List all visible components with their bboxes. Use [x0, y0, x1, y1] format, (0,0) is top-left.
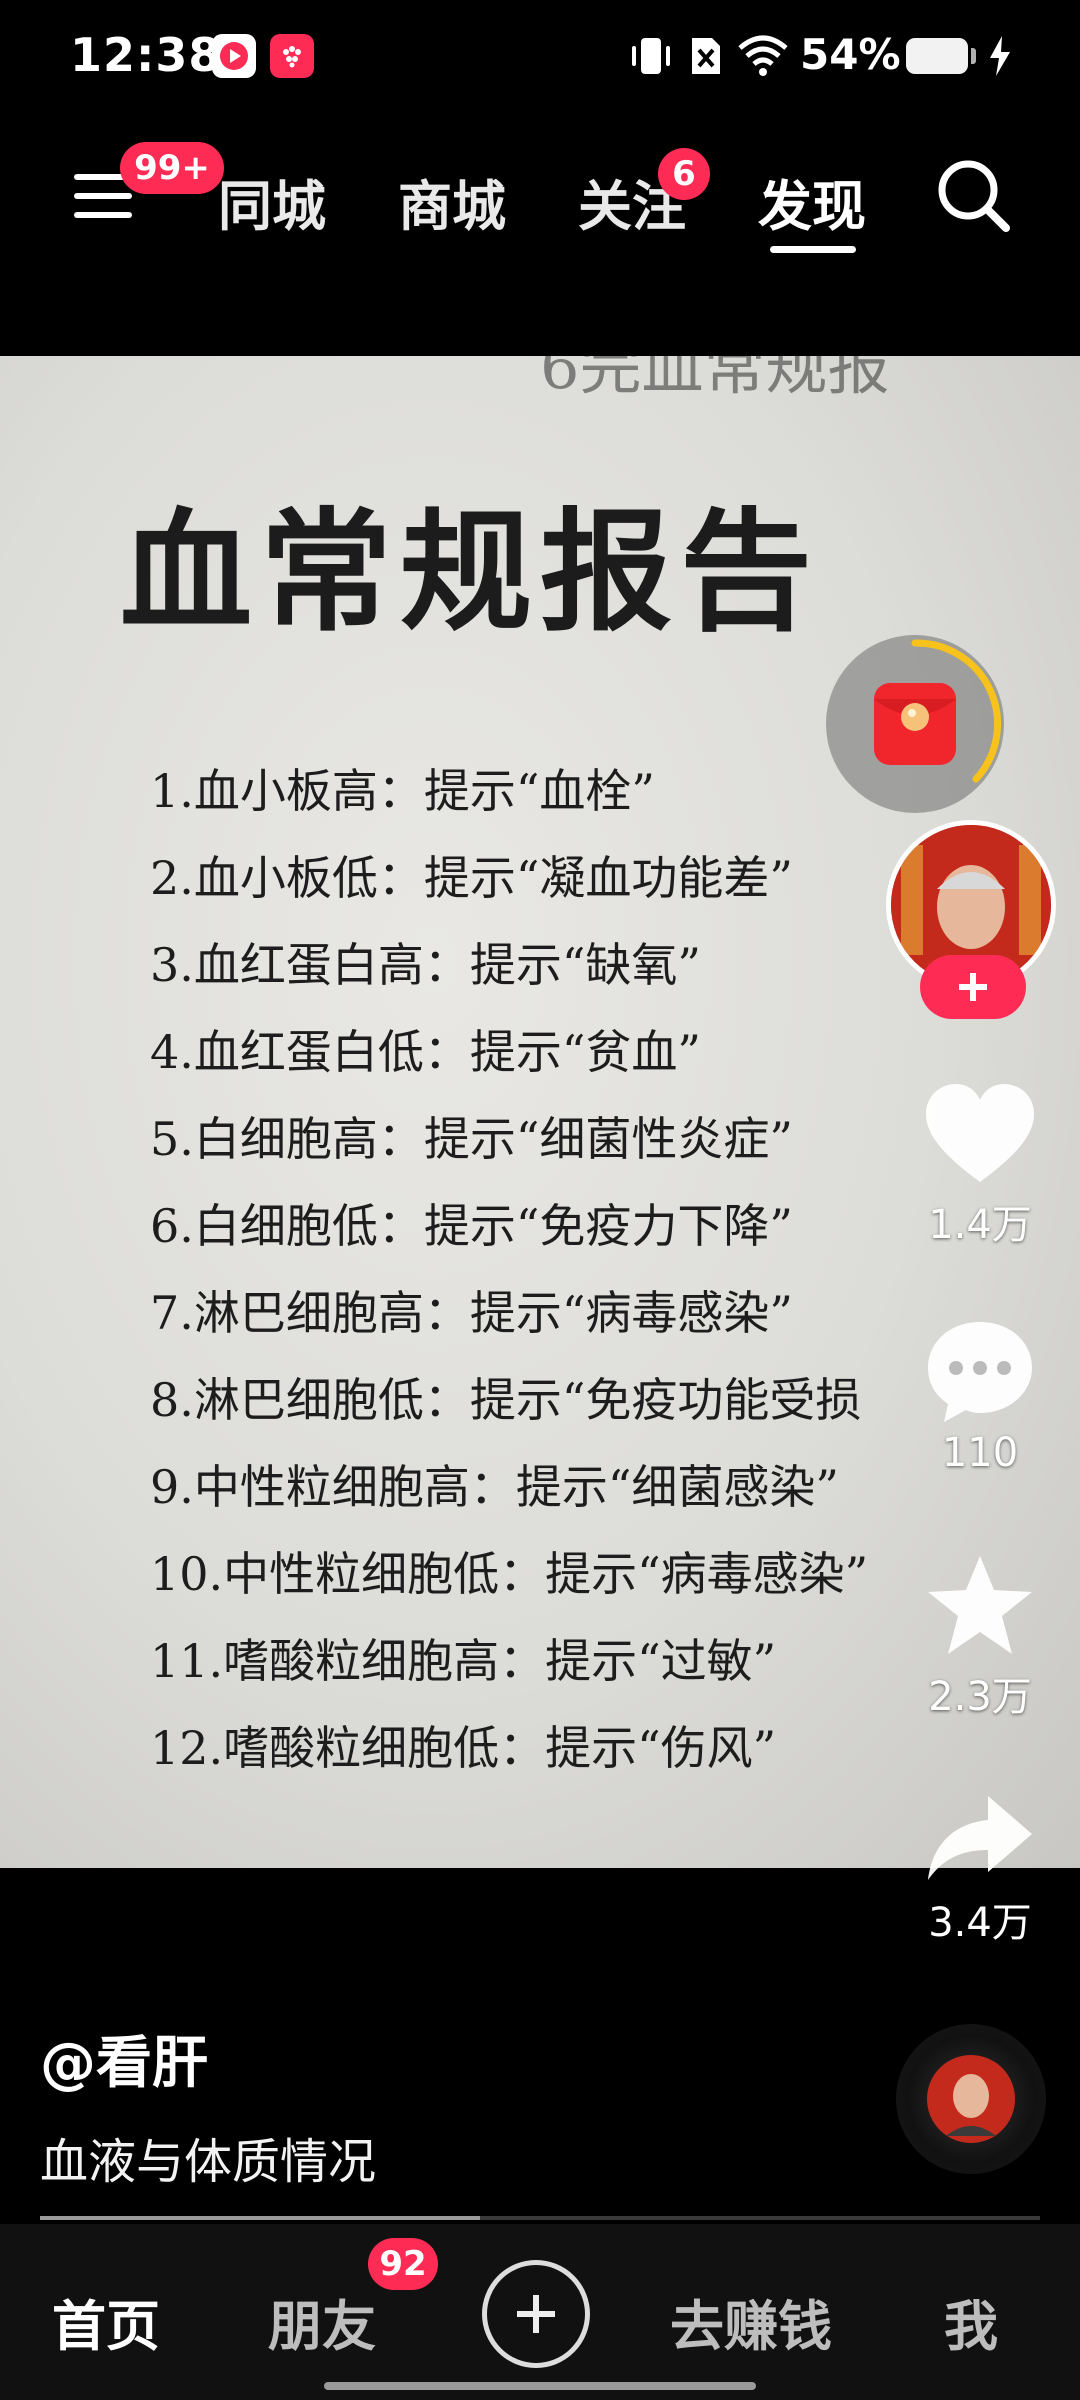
search-icon[interactable]	[936, 158, 1012, 238]
menu-badge: 99+	[120, 142, 224, 194]
video-title: 血常规报告	[120, 495, 820, 650]
favorite-button[interactable]: 2.3万	[900, 1552, 1060, 1722]
plus-icon	[959, 973, 987, 1001]
video-top-text: 6完血常规报	[540, 356, 890, 403]
music-disc[interactable]	[896, 2024, 1046, 2174]
bottom-nav: 首页 朋友 92 去赚钱 我	[0, 2224, 1080, 2400]
share-button[interactable]: 3.4万	[900, 1790, 1060, 1948]
friends-badge: 92	[368, 2238, 438, 2290]
create-button[interactable]	[482, 2260, 590, 2368]
video-description: 血液与体质情况	[40, 2134, 377, 2190]
author-name[interactable]: @看肝	[40, 2018, 208, 2099]
nav-friends[interactable]: 朋友	[268, 2282, 376, 2361]
star-icon	[928, 1556, 1032, 1654]
comment-icon	[928, 1322, 1032, 1422]
status-time: 12:38	[70, 28, 222, 82]
like-button[interactable]: 1.4万	[900, 1082, 1060, 1250]
plus-icon	[517, 2295, 555, 2333]
charging-icon	[988, 34, 1012, 82]
gift-app-icon	[270, 34, 314, 78]
home-indicator[interactable]	[324, 2382, 756, 2390]
status-bar: 12:38 54%	[0, 0, 1080, 118]
nav-me[interactable]: 我	[944, 2282, 998, 2361]
top-nav: 99+ 同城 商城 关注 6 发现	[0, 118, 1080, 358]
tab-tongcheng[interactable]: 同城	[218, 162, 326, 241]
wifi-icon	[736, 32, 790, 82]
active-tab-indicator	[770, 246, 856, 253]
video-progress-bar[interactable]	[40, 2216, 1040, 2220]
tab-faxian[interactable]: 发现	[758, 162, 866, 241]
share-count: 3.4万	[928, 1900, 1032, 1946]
tab-shangcheng[interactable]: 商城	[398, 162, 506, 241]
battery-icon	[906, 38, 976, 74]
like-count: 1.4万	[928, 1202, 1032, 1248]
nav-home[interactable]: 首页	[52, 2282, 160, 2361]
comment-button[interactable]: 110	[900, 1318, 1060, 1476]
comment-count: 110	[941, 1430, 1019, 1476]
follow-button[interactable]	[920, 955, 1026, 1019]
video-app-icon	[212, 34, 256, 78]
vibrate-icon	[626, 34, 676, 82]
red-packet-button[interactable]	[826, 635, 1004, 813]
share-icon	[928, 1796, 1032, 1880]
guanzhu-badge: 6	[658, 148, 710, 200]
heart-icon	[926, 1084, 1034, 1182]
red-packet-icon	[870, 679, 960, 773]
favorite-count: 2.3万	[928, 1674, 1032, 1720]
battery-percent: 54%	[800, 30, 901, 79]
no-sim-icon	[688, 34, 724, 82]
nav-earn[interactable]: 去赚钱	[670, 2282, 832, 2361]
